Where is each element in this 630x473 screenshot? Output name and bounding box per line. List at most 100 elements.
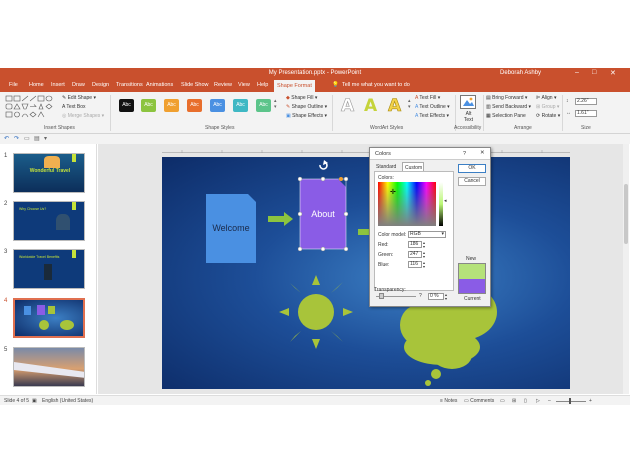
zoom-slider-thumb[interactable] <box>569 398 571 404</box>
rotate-button[interactable]: ⟳ Rotate ▾ <box>536 113 560 119</box>
wordart-style-gold[interactable]: A <box>388 96 402 117</box>
vertical-scrollbar[interactable] <box>623 144 629 394</box>
tab-home[interactable]: Home <box>29 82 44 88</box>
style-swatch-orange[interactable]: Abc <box>164 99 179 112</box>
group-button[interactable]: ⊞ Group ▾ <box>536 104 559 110</box>
redo-icon[interactable]: ↷ <box>14 135 19 142</box>
zoom-out-icon[interactable]: – <box>548 398 551 404</box>
tab-shape-format[interactable]: Shape Format <box>274 80 315 92</box>
style-swatch-blue[interactable]: Abc <box>210 99 225 112</box>
customize-qat-icon[interactable]: ▾ <box>44 135 47 142</box>
height-field[interactable]: 2.26" <box>575 98 597 105</box>
styles-more-icon[interactable]: ▴ ▾ <box>274 98 277 110</box>
transparency-input[interactable]: 0 % <box>428 293 444 300</box>
style-swatch-dark-orange[interactable]: Abc <box>187 99 202 112</box>
edit-shape-button[interactable]: ✎ Edit Shape ▾ <box>62 95 96 101</box>
tab-draw[interactable]: Draw <box>72 82 85 88</box>
chevron-down-icon: ▾ <box>441 231 444 237</box>
slide-thumbnail-3[interactable]: Worldwide Travel Benefits <box>13 249 85 289</box>
alt-text-label[interactable]: Alt Text <box>461 111 476 123</box>
tab-insert[interactable]: Insert <box>51 82 65 88</box>
tab-design[interactable]: Design <box>92 82 109 88</box>
tab-view[interactable]: View <box>238 82 250 88</box>
alt-text-icon[interactable] <box>460 95 476 109</box>
shape-effects-label: Shape Effects <box>292 113 324 119</box>
slide-thumbnail-1[interactable]: Wonderful Travel <box>13 153 85 193</box>
save-icon[interactable]: ▤ <box>34 135 40 142</box>
ok-button[interactable]: OK <box>458 164 486 173</box>
slide-canvas[interactable]: Welcome About <box>162 157 570 389</box>
luminance-slider[interactable] <box>439 182 443 226</box>
scrollbar-thumb[interactable] <box>624 184 628 244</box>
red-input[interactable]: 186 <box>408 241 422 248</box>
shapes-gallery[interactable] <box>5 95 60 121</box>
dialog-close-button[interactable]: ✕ <box>480 150 485 156</box>
style-swatch-mint[interactable]: Abc <box>256 99 271 112</box>
text-fill-button[interactable]: A Text Fill ▾ <box>415 95 440 101</box>
tab-review[interactable]: Review <box>214 82 232 88</box>
tab-help[interactable]: Help <box>257 82 268 88</box>
slide-thumbnail-5[interactable] <box>13 347 85 387</box>
tab-animations[interactable]: Animations <box>146 82 173 88</box>
style-swatch-green[interactable]: Abc <box>141 99 156 112</box>
reading-view-icon[interactable]: ▯ <box>524 398 527 404</box>
style-swatch-black[interactable]: Abc <box>119 99 134 112</box>
tab-standard[interactable]: Standard <box>376 164 396 170</box>
slide-thumbnail-4[interactable] <box>13 298 85 338</box>
wordart-style-outline[interactable]: A <box>341 96 355 117</box>
tell-me-search[interactable]: Tell me what you want to do <box>342 82 410 88</box>
shape-effects-button[interactable]: ▣ Shape Effects ▾ <box>286 113 327 119</box>
tab-custom[interactable]: Custom <box>402 162 424 171</box>
blue-spinner[interactable]: ▴ ▾ <box>423 261 425 269</box>
welcome-text[interactable]: Welcome <box>206 223 256 233</box>
wordart-style-green[interactable]: A <box>364 96 377 116</box>
about-text[interactable]: About <box>300 209 346 219</box>
notes-button[interactable]: ≡ Notes <box>440 398 457 404</box>
color-model-select[interactable]: RGB ▾ <box>408 231 446 238</box>
align-button[interactable]: ⊫ Align ▾ <box>536 95 557 101</box>
shape-fill-button[interactable]: ◆ Shape Fill ▾ <box>286 95 317 101</box>
slide-sorter-icon[interactable]: ⊞ <box>512 398 516 404</box>
send-backward-button[interactable]: ▥ Send Backward ▾ <box>486 104 531 110</box>
blue-input[interactable]: 116 <box>408 261 422 268</box>
maximize-icon[interactable]: □ <box>592 69 596 76</box>
text-effects-button[interactable]: A Text Effects ▾ <box>415 113 449 119</box>
slide-thumbnail-2[interactable]: Why Choose Us? <box>13 201 85 241</box>
transparency-slider-thumb[interactable] <box>379 293 384 299</box>
merge-shapes-button[interactable]: ◎ Merge Shapes ▾ <box>62 113 104 119</box>
accent-bar <box>72 250 76 258</box>
minimize-icon[interactable]: – <box>575 69 579 76</box>
comments-button[interactable]: ▭ Comments <box>464 398 494 404</box>
tab-slide-show[interactable]: Slide Show <box>181 82 209 88</box>
text-box-button[interactable]: A Text Box <box>62 104 86 110</box>
wordart-more-icon[interactable]: ▴ ▾ <box>408 98 411 110</box>
undo-icon[interactable]: ↶ <box>4 135 9 142</box>
spellcheck-icon[interactable]: ▣ <box>32 398 37 404</box>
close-icon[interactable]: ✕ <box>610 69 616 77</box>
color-spectrum[interactable] <box>378 182 436 226</box>
cancel-button[interactable]: Cancel <box>458 177 486 186</box>
slide-show-icon[interactable]: ▷ <box>536 398 540 404</box>
present-icon[interactable]: ▭ <box>24 135 30 142</box>
luminance-pointer-icon[interactable]: ◂ <box>444 198 447 204</box>
selection-pane-button[interactable]: ▦ Selection Pane <box>486 113 526 119</box>
red-spinner[interactable]: ▴ ▾ <box>423 241 425 249</box>
tab-transitions[interactable]: Transitions <box>116 82 143 88</box>
zoom-slider[interactable] <box>556 401 586 402</box>
traveler-image <box>56 214 70 230</box>
new-label: New <box>466 256 477 262</box>
language-indicator[interactable]: English (United States) <box>42 398 93 404</box>
transparency-spinner[interactable]: ▴ ▾ <box>445 293 447 301</box>
dialog-help-button[interactable]: ? <box>463 151 466 157</box>
bring-forward-button[interactable]: ▤ Bring Forward ▾ <box>486 95 527 101</box>
text-outline-button[interactable]: A Text Outline ▾ <box>415 104 450 110</box>
normal-view-icon[interactable]: ▭ <box>500 398 505 404</box>
zoom-in-icon[interactable]: + <box>589 398 592 404</box>
green-spinner[interactable]: ▴ ▾ <box>423 251 425 259</box>
green-input[interactable]: 247 <box>408 251 422 258</box>
user-name[interactable]: Deborah Ashby <box>500 70 541 76</box>
shape-outline-button[interactable]: ✎ Shape Outline ▾ <box>286 104 327 110</box>
style-swatch-teal[interactable]: Abc <box>233 99 248 112</box>
tab-file[interactable]: File <box>9 82 18 88</box>
width-field[interactable]: 1.61" <box>575 110 597 117</box>
